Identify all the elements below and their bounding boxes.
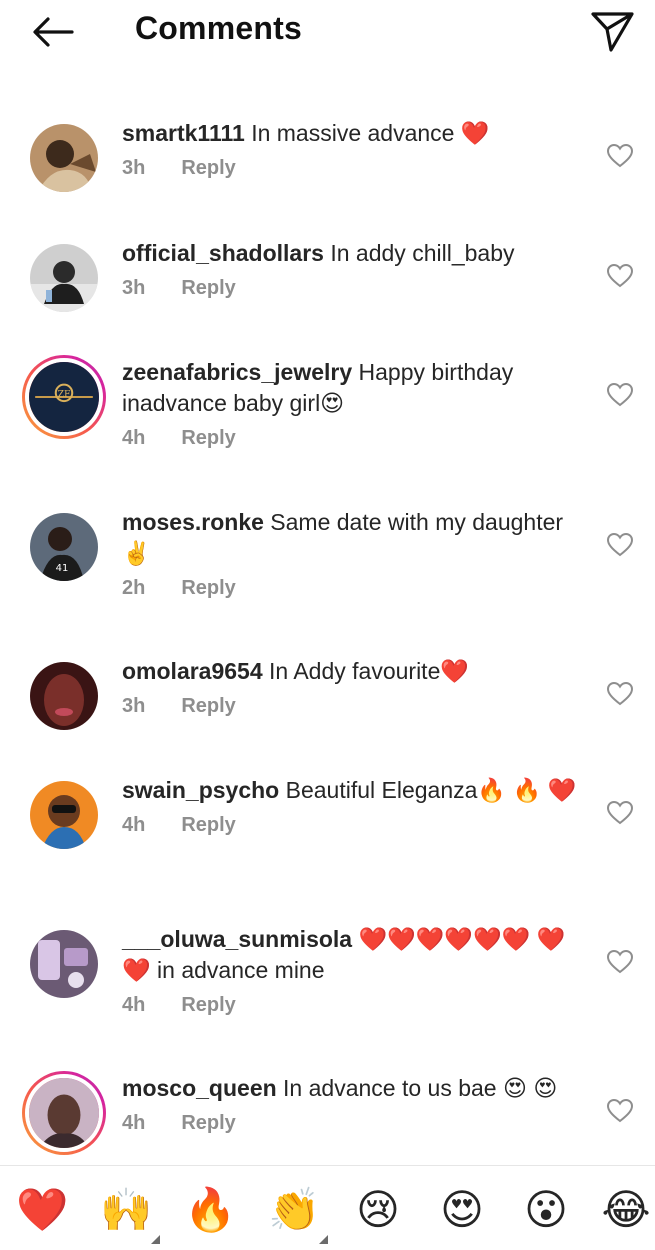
svg-text:ZF: ZF xyxy=(58,389,71,400)
avatar-story-ring[interactable] xyxy=(22,1071,106,1155)
comment-username[interactable]: zeenafabrics_jewelry xyxy=(122,359,352,385)
comment-time: 4h xyxy=(122,814,146,836)
comment-text: Beautiful Eleganza🔥 🔥 ❤️ xyxy=(285,777,577,803)
reply-button[interactable]: Reply xyxy=(181,695,235,718)
heart-outline-icon[interactable] xyxy=(606,532,634,558)
heart-outline-icon[interactable] xyxy=(606,382,634,408)
arrow-left-icon xyxy=(33,17,74,47)
comment-text: In advance to us bae 😍 😍 xyxy=(283,1075,558,1101)
reply-button[interactable]: Reply xyxy=(181,277,235,300)
comment-username[interactable]: smartk1111 xyxy=(122,120,245,146)
comment-time: 2h xyxy=(122,577,146,599)
paper-plane-icon xyxy=(591,12,634,52)
reply-button[interactable]: Reply xyxy=(181,994,235,1017)
comment-text: In addy chill_baby xyxy=(330,240,515,266)
heart-outline-icon[interactable] xyxy=(606,681,634,707)
comment-item: omolara9654 In Addy favourite❤️ 3h Reply xyxy=(0,650,655,769)
skin-tone-indicator xyxy=(319,1235,328,1244)
back-button[interactable] xyxy=(28,10,76,54)
header: Comments xyxy=(0,0,655,64)
comment-username[interactable]: moses.ronke xyxy=(122,509,264,535)
emoji-reaction-bar: ❤️ 🙌 🔥 👏 😢 😍 😮 😂 xyxy=(0,1165,655,1250)
emoji-raised-hands: 🙌 xyxy=(100,1185,153,1234)
emoji-fire-button[interactable]: 🔥 xyxy=(184,1184,236,1236)
comment-time: 4h xyxy=(122,1112,146,1134)
heart-outline-icon[interactable] xyxy=(606,800,634,826)
comment-username[interactable]: swain_psycho xyxy=(122,777,279,803)
comment-time: 3h xyxy=(122,695,146,717)
comment-time: 3h xyxy=(122,277,146,299)
heart-outline-icon[interactable] xyxy=(606,143,634,169)
comment-time: 4h xyxy=(122,427,146,449)
heart-outline-icon[interactable] xyxy=(606,1098,634,1124)
avatar[interactable] xyxy=(30,930,98,998)
comment-text: In massive advance ❤️ xyxy=(251,120,490,146)
comment-username[interactable]: ___oluwa_sunmisola xyxy=(122,926,352,952)
avatar-story-ring[interactable]: ZF xyxy=(22,355,106,439)
heart-outline-icon[interactable] xyxy=(606,949,634,975)
heart-outline-icon[interactable] xyxy=(606,263,634,289)
avatar[interactable] xyxy=(30,781,98,849)
emoji-clap-button[interactable]: 👏 xyxy=(268,1184,328,1244)
comment-username[interactable]: mosco_queen xyxy=(122,1075,277,1101)
comment-text: In Addy favourite❤️ xyxy=(269,658,470,684)
reply-button[interactable]: Reply xyxy=(181,1112,235,1135)
avatar[interactable]: 41 xyxy=(30,513,98,581)
comment-username[interactable]: official_shadollars xyxy=(122,240,324,266)
comment-item: official_shadollars In addy chill_baby 3… xyxy=(0,232,655,351)
share-button[interactable] xyxy=(588,8,636,54)
avatar[interactable] xyxy=(30,124,98,192)
reply-button[interactable]: Reply xyxy=(181,577,235,600)
emoji-heart-button[interactable]: ❤️ xyxy=(16,1184,68,1236)
reply-button[interactable]: Reply xyxy=(181,814,235,837)
comment-item: ___oluwa_sunmisola ❤️❤️❤️❤️❤️❤️ ❤️❤️ in … xyxy=(0,918,655,1067)
comment-item: swain_psycho Beautiful Eleganza🔥 🔥 ❤️ 4h… xyxy=(0,769,655,918)
comment-item: 41 moses.ronke Same date with my daughte… xyxy=(0,501,655,650)
comment-username[interactable]: omolara9654 xyxy=(122,658,263,684)
skin-tone-indicator xyxy=(151,1235,160,1244)
comment-item: mosco_queen In advance to us bae 😍 😍 4h R… xyxy=(0,1067,655,1165)
emoji-surprised-button[interactable]: 😮 xyxy=(520,1184,572,1236)
comment-time: 4h xyxy=(122,994,146,1016)
comment-item: smartk1111 In massive advance ❤️ 3h Reply xyxy=(0,112,655,232)
reply-button[interactable]: Reply xyxy=(181,427,235,450)
emoji-laugh-button[interactable]: 😂 xyxy=(600,1184,652,1236)
comment-time: 3h xyxy=(122,157,146,179)
avatar[interactable] xyxy=(30,662,98,730)
reply-button[interactable]: Reply xyxy=(181,157,235,180)
svg-text:41: 41 xyxy=(56,563,69,574)
comment-item: ZF zeenafabrics_jewelry Happy birthday i… xyxy=(0,351,655,501)
emoji-raised-hands-button[interactable]: 🙌 xyxy=(100,1184,160,1244)
emoji-cry-button[interactable]: 😢 xyxy=(352,1184,404,1236)
page-title: Comments xyxy=(135,10,302,46)
emoji-clap: 👏 xyxy=(268,1185,321,1234)
comments-list[interactable]: smartk1111 In massive advance ❤️ 3h Reply… xyxy=(0,112,655,1165)
avatar[interactable] xyxy=(30,244,98,312)
emoji-heart-eyes-button[interactable]: 😍 xyxy=(436,1184,488,1236)
